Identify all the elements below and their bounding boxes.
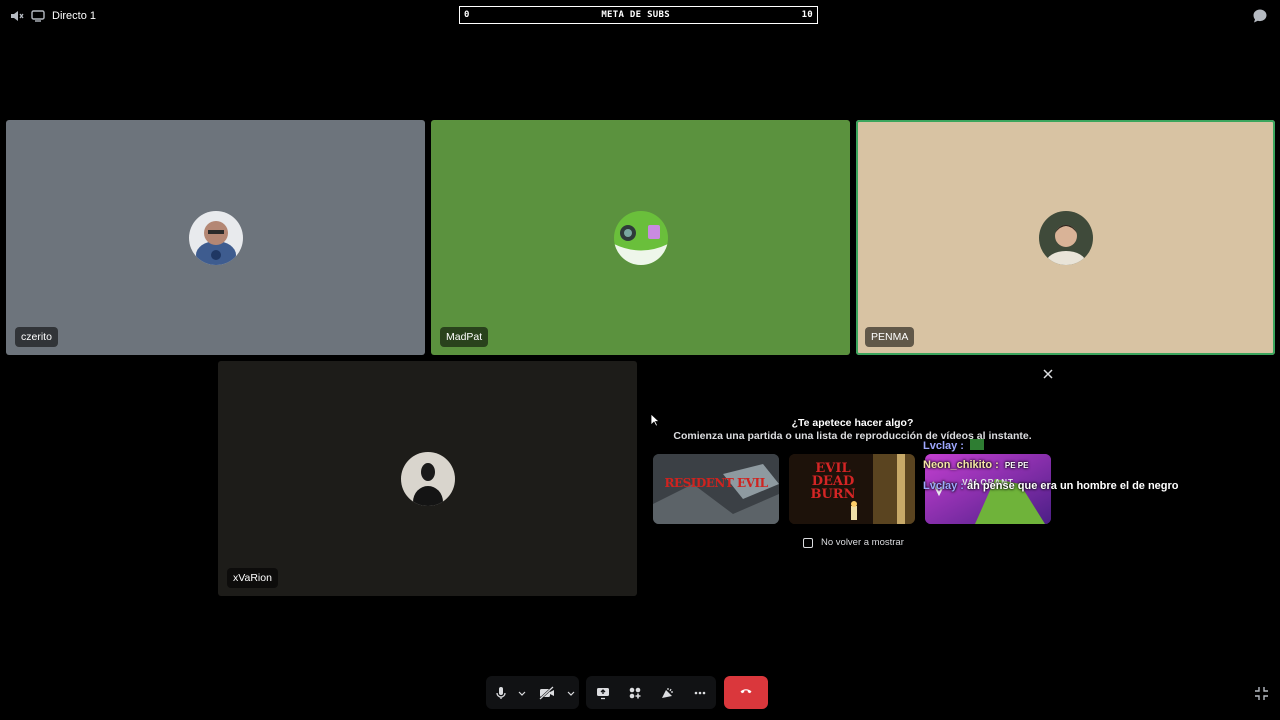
microphone-icon[interactable] [486,676,516,709]
screen-share-icon[interactable] [586,676,619,709]
dont-show-again[interactable]: No volver a mostrar [803,537,904,548]
chat-message: ah pense que era un hombre el de negro [967,480,1179,492]
game-card-evil-dead[interactable]: EVIL DEAD BURN [789,454,915,524]
avatar [400,451,455,506]
activities-icon[interactable] [619,676,651,709]
mic-options-chevron-icon[interactable] [516,676,528,709]
chat-user: Neon_chikito : [923,459,999,471]
participant-name: MadPat [440,327,489,347]
game-title: EVIL DEAD BURN [810,461,856,502]
participant-name: czerito [15,327,58,347]
activity-title: ¿Te apetece hacer algo? [791,417,914,429]
exit-fullscreen-icon[interactable] [1254,686,1269,701]
emote-icon [970,439,985,450]
voice-channel-icon [31,9,45,23]
participant-tile-xvarion[interactable]: xVaRion [218,361,637,596]
avatar [1038,210,1093,265]
hang-up-icon [739,683,753,702]
participant-name: PENMA [865,327,915,347]
chat-message: PE PE [1004,461,1029,470]
activity-suggestions-panel: ¿Te apetece hacer algo? Comienza una par… [643,361,1062,596]
chat-overlay-line: Lvclay : ah pense que era un hombre el d… [923,480,1179,492]
participant-name: xVaRion [227,568,278,588]
participant-tile-czerito[interactable]: czerito [6,120,425,355]
participant-tile-penma[interactable]: PENMA [856,120,1275,355]
soundboard-icon[interactable] [651,676,683,709]
sub-goal-target: 10 [801,10,813,20]
game-card-resident-evil[interactable]: RESIDENT EVIL [653,454,779,524]
avatar [613,210,668,265]
avatar [188,210,243,265]
activity-subtitle: Comienza una partida o una lista de repr… [673,430,1032,442]
activity-controls [586,676,716,709]
dont-show-checkbox[interactable] [803,537,813,548]
close-icon[interactable] [1041,367,1055,381]
channel-header: Directo 1 [10,8,96,24]
speaker-muted-icon[interactable] [10,9,24,23]
chat-user: Lvclay : [923,440,964,452]
chat-overlay-line: Lvclay : [923,439,985,452]
channel-name: Directo 1 [52,10,97,22]
more-icon[interactable] [683,676,716,709]
chat-overlay-line: Neon_chikito : PE PE [923,459,1028,471]
sub-goal-title: META DE SUBS [601,10,670,20]
chat-bubble-icon[interactable] [1252,8,1268,24]
game-title: RESIDENT EVIL [664,476,768,490]
chat-user: Lvclay : [923,480,964,492]
mouse-cursor [650,413,661,432]
dont-show-label: No volver a mostrar [821,537,904,548]
camera-off-icon[interactable] [528,676,565,709]
hang-up-button[interactable] [724,676,768,709]
sub-goal-start: 0 [464,10,470,20]
camera-options-chevron-icon[interactable] [565,676,577,709]
participant-tile-madpat[interactable]: MadPat [431,120,850,355]
sub-goal-bar: 0 META DE SUBS 10 [459,6,818,24]
audio-video-controls [486,676,579,709]
